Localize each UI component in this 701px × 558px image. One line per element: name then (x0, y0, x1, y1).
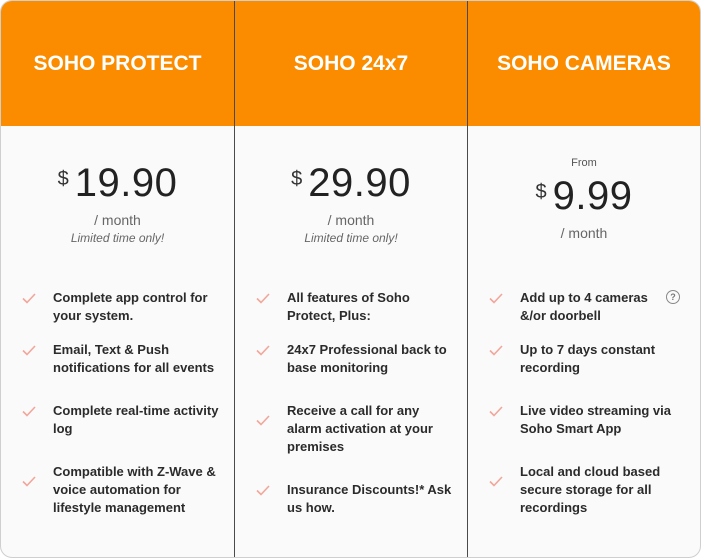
feature-text: Add up to 4 cameras &/or doorbell (520, 290, 648, 323)
feature-text: Complete app control for your system. (53, 290, 208, 323)
feature-text: 24x7 Professional back to base monitorin… (287, 342, 447, 375)
check-icon (256, 293, 270, 304)
currency-symbol: $ (535, 181, 547, 203)
check-icon (489, 345, 503, 356)
plan-title: SOHO CAMERAS (497, 51, 671, 75)
check-icon (489, 406, 503, 417)
plan-price: $ 9.99 (468, 173, 700, 219)
plan-header: SOHO 24x7 (235, 1, 467, 126)
check-icon (256, 415, 270, 426)
feature-text: Local and cloud based secure storage for… (520, 464, 661, 515)
feature-text: Complete real-time activity log (53, 403, 219, 436)
price-amount: 19.90 (74, 161, 178, 205)
price-amount: 29.90 (308, 161, 411, 205)
check-icon (22, 406, 36, 417)
feature-text: Live video streaming via Soho Smart App (520, 403, 672, 436)
plan-card-soho-24x7: SOHO 24x7 $ 29.90 / month Limited time o… (234, 1, 467, 557)
feature-text: All features of Soho Protect, Plus: (287, 290, 410, 323)
question-circle-icon[interactable]: ? (666, 290, 680, 304)
plan-header: SOHO PROTECT (1, 1, 234, 126)
check-icon (22, 345, 36, 356)
feature-text: Insurance Discounts!* Ask us how. (287, 482, 452, 515)
price-period: / month (560, 225, 608, 241)
feature-text: Up to 7 days constant recording (520, 342, 656, 375)
check-icon (22, 476, 36, 487)
price-amount: 9.99 (552, 174, 633, 218)
plan-price-area: $ 19.90 / month Limited time only! (1, 126, 234, 276)
check-icon (489, 293, 503, 304)
plan-card-soho-protect: SOHO PROTECT $ 19.90 / month Limited tim… (1, 1, 234, 557)
feature-text: Receive a call for any alarm activation … (287, 403, 433, 454)
feature-text: Email, Text & Push notifications for all… (53, 342, 215, 375)
plan-card-soho-cameras: SOHO CAMERAS From $ 9.99 / month Add up … (467, 1, 700, 557)
plan-title: SOHO PROTECT (33, 51, 202, 75)
price-period: / month (94, 212, 141, 228)
check-icon (256, 345, 270, 356)
pricing-table: SOHO PROTECT $ 19.90 / month Limited tim… (0, 0, 701, 558)
feature-text: Compatible with Z-Wave & voice automatio… (53, 464, 216, 515)
currency-symbol: $ (57, 168, 69, 190)
plan-price-area: $ 29.90 / month Limited time only! (235, 126, 467, 276)
plan-price-area: From $ 9.99 / month (468, 126, 700, 276)
price-period: / month (327, 212, 375, 228)
plan-header: SOHO CAMERAS (468, 1, 700, 126)
check-icon (22, 293, 36, 304)
check-icon (489, 476, 503, 487)
price-note: Limited time only! (304, 231, 398, 245)
plan-title: SOHO 24x7 (293, 51, 409, 75)
price-from-label: From (571, 157, 597, 169)
plan-price: $ 19.90 (1, 160, 234, 206)
price-note: Limited time only! (70, 231, 165, 245)
check-icon (256, 485, 270, 496)
currency-symbol: $ (291, 168, 303, 190)
plan-price: $ 29.90 (235, 160, 467, 206)
